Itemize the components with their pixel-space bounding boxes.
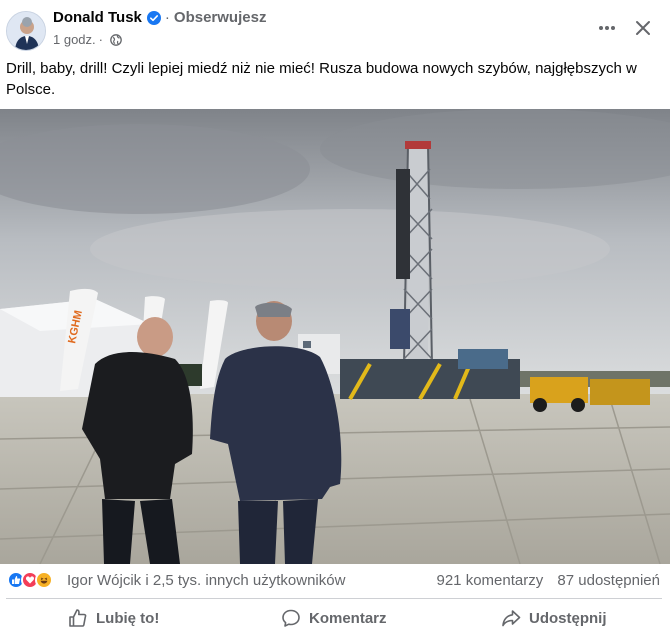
author-avatar[interactable]: [6, 11, 46, 51]
close-icon[interactable]: [632, 17, 654, 39]
meta-separator: ·: [98, 32, 103, 47]
comment-icon: [282, 609, 300, 627]
comments-count[interactable]: 921 komentarzy: [437, 572, 544, 589]
divider: [6, 598, 662, 599]
share-button[interactable]: Udostępnij: [501, 601, 607, 635]
like-button[interactable]: Lubię to!: [68, 601, 159, 635]
reactions-summary[interactable]: Igor Wójcik i 2,5 tys. innych użytkownik…: [67, 572, 345, 589]
thumbs-up-icon: [69, 609, 87, 627]
name-separator: ·: [164, 9, 170, 26]
shares-count[interactable]: 87 udostępnień: [557, 572, 660, 589]
post-text: Drill, baby, drill! Czyli lepiej miedź n…: [6, 60, 637, 98]
post-timestamp[interactable]: 1 godz.: [53, 32, 96, 47]
post-actions: Lubię to! Komentarz Udostępnij: [0, 601, 670, 635]
reactions-bar: Igor Wójcik i 2,5 tys. innych użytkownik…: [0, 566, 670, 594]
comment-label: Komentarz: [309, 609, 387, 627]
more-options-icon[interactable]: [594, 18, 620, 38]
share-label: Udostępnij: [529, 609, 607, 627]
like-label: Lubię to!: [96, 609, 160, 627]
comment-button[interactable]: Komentarz: [281, 601, 387, 635]
verified-badge-icon: [146, 10, 161, 25]
follow-status[interactable]: Obserwujesz: [174, 9, 267, 26]
author-name[interactable]: Donald Tusk: [53, 9, 142, 26]
haha-reaction-icon: [35, 571, 53, 589]
share-icon: [502, 610, 521, 627]
globe-icon: [110, 33, 122, 46]
post-header: Donald Tusk · Obserwujesz 1 godz. ·: [0, 0, 670, 56]
reaction-icons[interactable]: [7, 571, 53, 589]
post-photo[interactable]: KGHM: [0, 109, 670, 564]
